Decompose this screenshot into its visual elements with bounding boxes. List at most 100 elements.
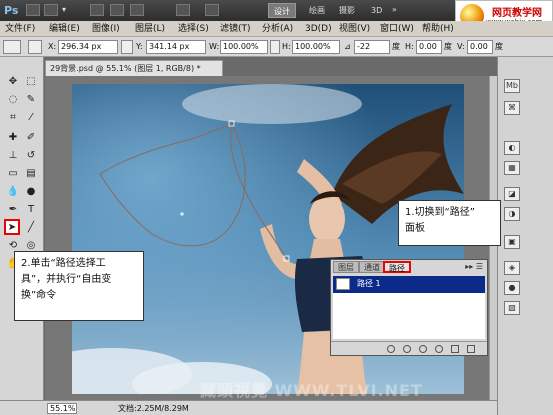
- hskew-label: H:: [405, 42, 414, 51]
- workspace-more-button[interactable]: »: [392, 3, 397, 17]
- site-watermark-title: 网页教学网: [492, 8, 542, 19]
- path-selection-tool-icon[interactable]: ➤: [4, 219, 20, 235]
- menu-edit[interactable]: 编辑(E): [49, 22, 80, 36]
- history-panel-icon[interactable]: ⌘: [504, 101, 520, 115]
- move-tool-icon[interactable]: ✥: [6, 75, 20, 89]
- link-icon[interactable]: [270, 40, 280, 54]
- panel-footer: [331, 341, 487, 355]
- menu-help[interactable]: 帮助(H): [422, 22, 454, 36]
- tool-preset-icon[interactable]: [3, 40, 21, 54]
- swatches-panel-icon[interactable]: ▦: [504, 161, 520, 175]
- photo-watermark: 藏頭視覺 WWW.TLVI.NET: [200, 381, 423, 400]
- x-position-input[interactable]: 296.34 px: [58, 40, 118, 54]
- zoom-dropdown[interactable]: ▾: [62, 3, 66, 17]
- hskew-input[interactable]: 0.00: [416, 40, 442, 54]
- callout-step1-line1: 1.切换到“路径”: [405, 207, 475, 218]
- paths-panel-icon[interactable]: ▧: [504, 301, 520, 315]
- panel-menu-icon[interactable]: ▸▸ ☰: [465, 262, 483, 271]
- menu-image[interactable]: 图像(I): [92, 22, 120, 36]
- bridge-icon[interactable]: [26, 4, 40, 16]
- hand-tool-icon[interactable]: [90, 4, 104, 16]
- y-label: Y:: [136, 42, 143, 51]
- vskew-label: V:: [457, 42, 465, 51]
- healing-brush-tool-icon[interactable]: ✚: [6, 131, 20, 145]
- load-selection-icon[interactable]: [419, 345, 427, 353]
- workspace-painting[interactable]: 绘画: [304, 3, 330, 18]
- h-label: H:: [282, 42, 291, 51]
- callout-step2-line1: 2.单击“路径选择工: [21, 258, 106, 269]
- menu-bar: 文件(F) 编辑(E) 图像(I) 图层(L) 选择(S) 滤镜(T) 分析(A…: [0, 21, 553, 37]
- menu-analysis[interactable]: 分析(A): [262, 22, 293, 36]
- fill-path-icon[interactable]: [387, 345, 395, 353]
- screen-mode-icon[interactable]: [205, 4, 219, 16]
- color-panel-icon[interactable]: ◐: [504, 141, 520, 155]
- blur-tool-icon[interactable]: 💧: [6, 185, 20, 199]
- pen-tool-icon[interactable]: ✒: [6, 203, 20, 217]
- mini-bridge-panel-icon[interactable]: Mb: [504, 79, 520, 93]
- menu-filter[interactable]: 滤镜(T): [220, 22, 251, 36]
- app-logo: Ps: [4, 4, 19, 17]
- crop-tool-icon[interactable]: ⌗: [6, 111, 20, 125]
- path-thumbnail: [336, 278, 350, 290]
- menu-window[interactable]: 窗口(W): [380, 22, 414, 36]
- relative-position-icon[interactable]: [121, 40, 133, 54]
- clone-stamp-tool-icon[interactable]: ⊥: [6, 149, 20, 163]
- status-bar: 55.1% 文档:2.25M/8.29M: [0, 400, 497, 415]
- type-tool-icon[interactable]: T: [24, 203, 38, 217]
- eraser-tool-icon[interactable]: ▭: [6, 167, 20, 181]
- eyedropper-tool-icon[interactable]: ⁄: [24, 111, 38, 125]
- callout-step2-line3: 换”命令: [21, 290, 57, 301]
- mini-bridge-icon[interactable]: [44, 4, 58, 16]
- rotate-view-icon[interactable]: [130, 4, 144, 16]
- vskew-input[interactable]: 0.00: [467, 40, 493, 54]
- adjustments-panel-icon[interactable]: ◑: [504, 207, 520, 221]
- layers-panel-icon[interactable]: ◈: [504, 261, 520, 275]
- channels-panel-icon[interactable]: ●: [504, 281, 520, 295]
- y-position-input[interactable]: 341.14 px: [146, 40, 206, 54]
- lasso-tool-icon[interactable]: ◌: [6, 93, 20, 107]
- options-bar: X: 296.34 px Y: 341.14 px W: 100.00% H: …: [0, 37, 553, 57]
- menu-3d[interactable]: 3D(D): [305, 22, 332, 36]
- make-work-path-icon[interactable]: [435, 345, 443, 353]
- tab-paths[interactable]: 路径: [383, 261, 411, 273]
- zoom-level-input[interactable]: 55.1%: [47, 403, 77, 414]
- callout-step1-line2: 面板: [405, 223, 425, 234]
- quick-select-tool-icon[interactable]: ✎: [24, 93, 38, 107]
- zoom-tool-icon[interactable]: [110, 4, 124, 16]
- menu-view[interactable]: 视图(V): [339, 22, 370, 36]
- workspace-3d[interactable]: 3D: [366, 3, 387, 18]
- path-row[interactable]: 路径 1: [333, 276, 485, 293]
- vskew-unit: 度: [495, 42, 503, 51]
- rotate-input[interactable]: -22: [354, 40, 390, 54]
- callout-step1: 1.切换到“路径” 面板: [398, 200, 501, 246]
- width-input[interactable]: 100.00%: [220, 40, 268, 54]
- workspace-photography[interactable]: 摄影: [334, 3, 360, 18]
- brush-tool-icon[interactable]: ✐: [24, 131, 38, 145]
- tab-layers[interactable]: 图层: [333, 261, 359, 273]
- height-input[interactable]: 100.00%: [292, 40, 340, 54]
- marquee-tool-icon[interactable]: ⬚: [24, 75, 38, 89]
- reference-point-icon[interactable]: [28, 40, 42, 54]
- menu-file[interactable]: 文件(F): [5, 22, 35, 36]
- arrange-documents-icon[interactable]: [176, 4, 190, 16]
- x-label: X:: [48, 42, 57, 51]
- toolbox: ✥ ⬚ ◌ ✎ ⌗ ⁄ ✚ ✐ ⊥ ↺ ▭ ▤ 💧 ● ✒ T ➤ ╱ ⟲ ◎ …: [0, 57, 44, 415]
- title-bar: Ps ▾ 设计 绘画 摄影 3D » 网页教学网 www.webjx.com: [0, 0, 553, 30]
- styles-panel-icon[interactable]: ◪: [504, 187, 520, 201]
- delete-path-icon[interactable]: [467, 345, 475, 353]
- history-brush-tool-icon[interactable]: ↺: [24, 149, 38, 163]
- document-size: 文档:2.25M/8.29M: [118, 404, 189, 413]
- path-list: [333, 293, 485, 339]
- stroke-path-icon[interactable]: [403, 345, 411, 353]
- dodge-tool-icon[interactable]: ●: [24, 185, 38, 199]
- gradient-tool-icon[interactable]: ▤: [24, 167, 38, 181]
- rotate-icon: ⊿: [344, 42, 351, 51]
- shape-tool-icon[interactable]: ╱: [24, 221, 38, 235]
- workspace-design[interactable]: 设计: [268, 3, 296, 18]
- masks-panel-icon[interactable]: ▣: [504, 235, 520, 249]
- menu-layer[interactable]: 图层(L): [135, 22, 165, 36]
- document-tab[interactable]: 29背景.psd @ 55.1% (图层 1, RGB/8) *: [45, 60, 223, 76]
- tab-channels[interactable]: 通道: [359, 261, 385, 273]
- menu-select[interactable]: 选择(S): [178, 22, 209, 36]
- new-path-icon[interactable]: [451, 345, 459, 353]
